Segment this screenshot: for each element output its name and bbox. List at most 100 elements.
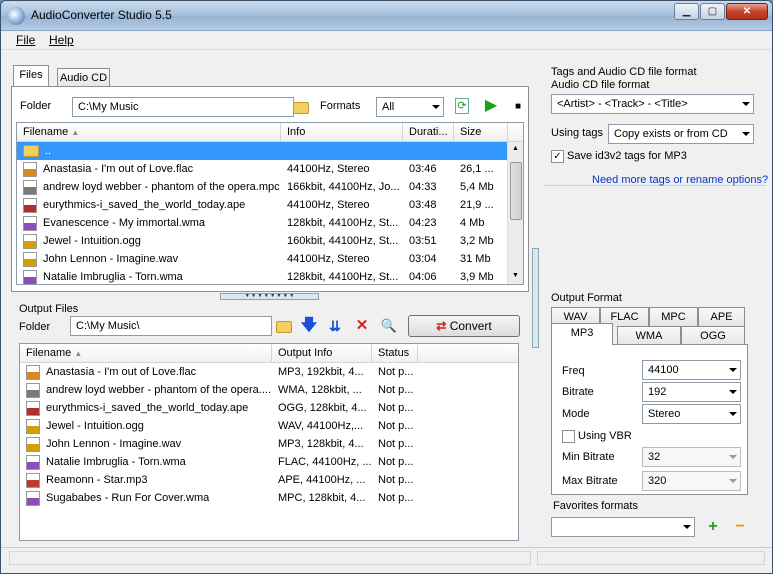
- table-row[interactable]: Jewel - Intuition.ogg 160kbit, 44100Hz, S…: [17, 232, 507, 250]
- output-format-title: Output Format: [551, 292, 622, 304]
- col-filename[interactable]: Filename ▲: [17, 123, 281, 141]
- horizontal-splitter[interactable]: ▼ ▼ ▼ ▼ ▼ ▼ ▼ ▼: [220, 293, 319, 300]
- freq-select[interactable]: 44100: [642, 360, 741, 380]
- table-row[interactable]: John Lennon - Imagine.wav 44100Hz, Stereo…: [17, 250, 507, 268]
- row-status: Not p...: [378, 438, 414, 450]
- save-id3-label: Save id3v2 tags for MP3: [567, 150, 687, 162]
- favorites-select[interactable]: [551, 517, 695, 537]
- table-row[interactable]: Natalie Imbruglia - Torn.wma 128kbit, 441…: [17, 268, 507, 284]
- move-down-icon[interactable]: 🡇: [300, 317, 318, 335]
- row-status: Not p...: [378, 402, 414, 414]
- menu-help[interactable]: Help: [49, 33, 74, 47]
- remove-icon[interactable]: ✕: [353, 317, 371, 335]
- row-size: 21,9 ...: [460, 199, 494, 211]
- table-row[interactable]: andrew loyd webber - phantom of the oper…: [20, 381, 518, 399]
- folder-input[interactable]: C:\My Music: [72, 97, 294, 117]
- scroll-up-icon[interactable]: ▲: [512, 145, 519, 152]
- col-info[interactable]: Info: [281, 123, 403, 141]
- mode-select[interactable]: Stereo: [642, 404, 741, 424]
- files-list[interactable]: Filename ▲ Info Durati... Size .. Anastas…: [16, 122, 524, 285]
- close-button[interactable]: ✕: [726, 3, 768, 20]
- formats-select[interactable]: All: [376, 97, 444, 117]
- remove-favorite-icon[interactable]: −: [731, 518, 749, 536]
- ape-file-icon: [26, 400, 40, 416]
- min-bitrate-label: Min Bitrate: [562, 451, 615, 463]
- save-id3-checkbox[interactable]: ✓: [551, 150, 564, 163]
- folder-label: Folder: [20, 100, 52, 112]
- scroll-thumb[interactable]: [510, 162, 522, 220]
- tab-files[interactable]: Files: [13, 65, 49, 87]
- menu-file[interactable]: File: [16, 33, 35, 47]
- col-output-filename[interactable]: Filename ▲: [20, 344, 272, 362]
- scroll-down-icon[interactable]: ▼: [512, 272, 519, 279]
- table-row[interactable]: eurythmics-i_saved_the_world_today.ape OG…: [20, 399, 518, 417]
- maximize-button[interactable]: ▢: [700, 3, 725, 20]
- table-row[interactable]: Reamonn - Star.mp3 APE, 44100Hz, ... Not p…: [20, 471, 518, 489]
- row-status: Not p...: [378, 420, 414, 432]
- more-tags-link[interactable]: Need more tags or rename options?: [592, 174, 768, 186]
- bitrate-select[interactable]: 192: [642, 382, 741, 402]
- col-status[interactable]: Status: [372, 344, 418, 362]
- tab-audio-cd[interactable]: Audio CD: [57, 68, 110, 88]
- table-row[interactable]: Anastasia - I'm out of Love.flac MP3, 192…: [20, 363, 518, 381]
- min-bitrate-select[interactable]: 32: [642, 447, 741, 467]
- tab-ape[interactable]: APE: [698, 307, 745, 327]
- tab-wma[interactable]: WMA: [617, 326, 681, 346]
- table-row[interactable]: eurythmics-i_saved_the_world_today.ape 44…: [17, 196, 507, 214]
- convert-button[interactable]: ⇄ Convert: [408, 315, 520, 337]
- row-info: 44100Hz, Stereo: [287, 253, 370, 265]
- browse-folder-icon[interactable]: [292, 98, 310, 116]
- output-browse-folder-icon[interactable]: [275, 317, 293, 335]
- row-filename: John Lennon - Imagine.wav: [46, 438, 182, 450]
- table-row[interactable]: Sugababes - Run For Cover.wma MPC, 128kbi…: [20, 489, 518, 507]
- output-folder-input[interactable]: C:\My Music\: [70, 316, 272, 336]
- title-bar[interactable]: AudioConverter Studio 5.5 ▁ ▢ ✕: [1, 1, 772, 31]
- table-row[interactable]: Evanescence - My immortal.wma 128kbit, 44…: [17, 214, 507, 232]
- row-output-info: MP3, 192kbit, 4...: [278, 366, 364, 378]
- tab-mpc[interactable]: MPC: [649, 307, 698, 327]
- using-tags-select[interactable]: Copy exists or from CD: [608, 124, 754, 144]
- row-filename: Jewel - Intuition.ogg: [46, 420, 144, 432]
- table-row[interactable]: Natalie Imbruglia - Torn.wma FLAC, 44100H…: [20, 453, 518, 471]
- row-filename: Sugababes - Run For Cover.wma: [46, 492, 210, 504]
- row-info: 128kbit, 44100Hz, St...: [287, 271, 399, 283]
- files-scrollbar[interactable]: ▲ ▼: [507, 142, 523, 284]
- play-icon[interactable]: ▶: [482, 97, 500, 115]
- row-info: 166kbit, 44100Hz, Jo...: [287, 181, 400, 193]
- row-output-info: WMA, 128kbit, ...: [278, 384, 362, 396]
- tab-ogg[interactable]: OGG: [681, 326, 745, 346]
- row-size: 3,9 Mb: [460, 271, 494, 283]
- max-bitrate-select[interactable]: 320: [642, 471, 741, 491]
- clear-list-icon[interactable]: 🔍: [380, 317, 398, 335]
- stop-icon[interactable]: ■: [509, 98, 527, 116]
- vertical-splitter[interactable]: [532, 248, 539, 348]
- row-size: [454, 142, 507, 160]
- cd-format-select[interactable]: <Artist> - <Track> - <Title>: [551, 94, 754, 114]
- status-pane-left: [9, 551, 531, 565]
- minimize-button[interactable]: ▁: [674, 3, 699, 20]
- col-duration[interactable]: Durati...: [403, 123, 454, 141]
- col-output-info[interactable]: Output Info: [272, 344, 372, 362]
- row-filename: eurythmics-i_saved_the_world_today.ape: [43, 199, 246, 211]
- table-row[interactable]: Anastasia - I'm out of Love.flac 44100Hz,…: [17, 160, 507, 178]
- table-row[interactable]: Jewel - Intuition.ogg WAV, 44100Hz,... Not…: [20, 417, 518, 435]
- move-all-down-icon[interactable]: ⇊: [326, 317, 344, 335]
- tags-group-title: Tags and Audio CD file format: [551, 66, 697, 78]
- table-row[interactable]: andrew loyd webber - phantom of the oper…: [17, 178, 507, 196]
- row-size: 31 Mb: [460, 253, 491, 265]
- output-folder-label: Folder: [19, 321, 51, 333]
- table-row[interactable]: John Lennon - Imagine.wav MP3, 128kbit, 4…: [20, 435, 518, 453]
- table-row[interactable]: ..: [17, 142, 507, 160]
- row-status: Not p...: [378, 456, 414, 468]
- refresh-icon[interactable]: ⟳: [455, 98, 469, 114]
- row-output-info: FLAC, 44100Hz, ...: [278, 456, 372, 468]
- col-size[interactable]: Size: [454, 123, 508, 141]
- mpc-file-icon: [23, 179, 37, 195]
- row-size: 26,1 ...: [460, 163, 494, 175]
- vbr-checkbox[interactable]: [562, 430, 575, 443]
- tab-mp3[interactable]: MP3: [551, 323, 613, 345]
- output-list[interactable]: Filename ▲ Output Info Status Anastasia …: [19, 343, 519, 541]
- row-size: 3,2 Mb: [460, 235, 494, 247]
- add-favorite-icon[interactable]: +: [704, 518, 722, 536]
- row-filename: Natalie Imbruglia - Torn.wma: [43, 271, 183, 283]
